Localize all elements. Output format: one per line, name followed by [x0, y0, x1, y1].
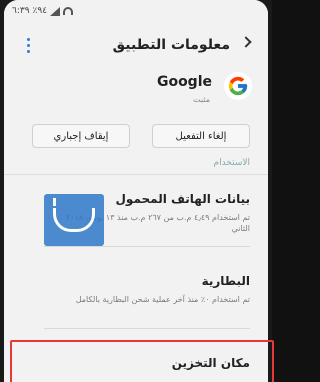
signal-icon: [50, 6, 61, 16]
app-install-status: مثبت: [193, 95, 210, 104]
more-vertical-icon[interactable]: [26, 38, 30, 54]
app-name: Google: [156, 74, 212, 90]
page-title: معلومات التطبيق: [112, 37, 230, 53]
highlight-box: [10, 340, 274, 382]
app-bar: معلومات التطبيق: [4, 28, 268, 64]
phone-frame: ٦:٣٩ ٪٩٤ معلومات التطبيق Google مثبت إلغ…: [0, 0, 274, 382]
google-g-icon: [224, 72, 252, 100]
disable-button[interactable]: إلغاء التفعيل: [152, 124, 250, 148]
watermark-mark: [53, 198, 95, 232]
app-header: Google مثبت: [4, 70, 268, 114]
list-item-battery[interactable]: البطارية تم استخدام ٠٪ منذ آخر عملية شحن…: [4, 270, 268, 330]
status-bar: ٦:٣٩ ٪٩٤: [4, 0, 268, 24]
section-divider: [4, 174, 268, 175]
watermark-logo: [44, 194, 104, 246]
item-title: البطارية: [201, 274, 250, 288]
status-time: ٦:٣٩: [12, 6, 30, 16]
item-title: بيانات الهاتف المحمول: [115, 192, 250, 206]
wifi-icon: [63, 7, 74, 15]
battery-level: ٪٩٤: [32, 6, 48, 16]
status-icons: ٦:٣٩ ٪٩٤: [12, 6, 74, 16]
item-divider: [44, 246, 250, 247]
screen: ٦:٣٩ ٪٩٤ معلومات التطبيق Google مثبت إلغ…: [4, 0, 268, 382]
item-subtitle: تم استخدام ٠٪ منذ آخر عملية شحن البطارية…: [75, 295, 250, 304]
item-divider: [44, 328, 250, 329]
usage-section-label: الاستخدام: [213, 158, 251, 168]
chevron-left-icon[interactable]: [240, 36, 252, 48]
force-stop-button[interactable]: إيقاف إجباري: [32, 124, 130, 148]
